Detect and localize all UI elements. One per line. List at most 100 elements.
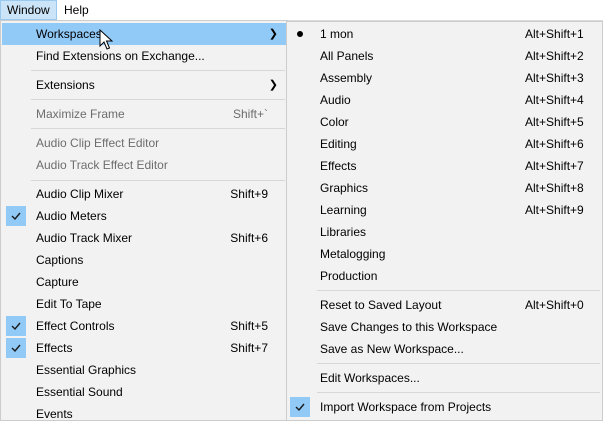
workspace-item-all-panels[interactable]: All Panels Alt+Shift+2 — [288, 45, 601, 67]
menu-separator — [31, 70, 285, 71]
menu-item-label: Capture — [36, 275, 79, 289]
menu-item-label: Audio Track Effect Editor — [36, 158, 168, 172]
menu-item-shortcut: Alt+Shift+0 — [525, 298, 584, 312]
menu-item-label: Effects — [36, 341, 73, 355]
workspace-item-1-mon[interactable]: 1 mon Alt+Shift+1 — [288, 23, 601, 45]
menu-item-workspaces[interactable]: Workspaces ❯ — [2, 23, 286, 45]
menu-item-label: Extensions — [36, 78, 95, 92]
radio-bullet-icon — [297, 31, 303, 37]
menu-item-reset-layout[interactable]: Reset to Saved Layout Alt+Shift+0 — [288, 294, 601, 316]
menu-item-find-extensions[interactable]: Find Extensions on Exchange... — [2, 45, 286, 67]
menu-item-label: Save as New Workspace... — [320, 342, 464, 356]
menu-item-effects[interactable]: Effects Shift+7 — [2, 337, 286, 359]
checkmark-icon — [6, 206, 26, 226]
workspace-item-audio[interactable]: Audio Alt+Shift+4 — [288, 89, 601, 111]
workspace-item-effects[interactable]: Effects Alt+Shift+7 — [288, 155, 601, 177]
chevron-right-icon: ❯ — [268, 28, 278, 40]
menu-item-shortcut: Shift+6 — [230, 231, 268, 245]
menu-item-shortcut: Alt+Shift+3 — [525, 71, 584, 85]
menu-item-shortcut: Alt+Shift+7 — [525, 159, 584, 173]
workspaces-submenu: 1 mon Alt+Shift+1 All Panels Alt+Shift+2… — [286, 21, 603, 421]
menu-separator — [317, 392, 600, 393]
menu-item-shortcut: Alt+Shift+8 — [525, 181, 584, 195]
menu-item-label: Audio Track Mixer — [36, 231, 133, 245]
menu-item-label: Reset to Saved Layout — [320, 298, 442, 312]
menu-item-audio-track-mixer[interactable]: Audio Track Mixer Shift+6 — [2, 227, 286, 249]
menu-item-label: Learning — [320, 203, 367, 217]
menu-item-label: Production — [320, 269, 378, 283]
menu-item-label: Find Extensions on Exchange... — [36, 49, 205, 63]
menu-item-label: Editing — [320, 137, 357, 151]
menu-separator — [31, 99, 285, 100]
menu-item-import-workspace[interactable]: Import Workspace from Projects — [288, 396, 601, 418]
menu-item-edit-workspaces[interactable]: Edit Workspaces... — [288, 367, 601, 389]
menu-separator — [317, 290, 600, 291]
menu-item-save-new-workspace[interactable]: Save as New Workspace... — [288, 338, 601, 360]
menu-item-label: Metalogging — [320, 247, 386, 261]
checkmark-icon — [290, 397, 310, 417]
workspace-item-learning[interactable]: Learning Alt+Shift+9 — [288, 199, 601, 221]
menu-item-label: Essential Graphics — [36, 363, 137, 377]
menu-item-label: Audio Clip Effect Editor — [36, 136, 160, 150]
menu-item-audio-clip-effect-editor[interactable]: Audio Clip Effect Editor — [2, 132, 286, 154]
menu-item-shortcut: Alt+Shift+9 — [525, 203, 584, 217]
menu-item-capture[interactable]: Capture — [2, 271, 286, 293]
menu-item-essential-graphics[interactable]: Essential Graphics — [2, 359, 286, 381]
menu-item-label: Edit Workspaces... — [320, 371, 420, 385]
menubar-window[interactable]: Window — [0, 0, 57, 20]
menu-item-shortcut: Alt+Shift+4 — [525, 93, 584, 107]
workspace-item-metalogging[interactable]: Metalogging — [288, 243, 601, 265]
workspace-item-editing[interactable]: Editing Alt+Shift+6 — [288, 133, 601, 155]
menu-item-shortcut: Shift+9 — [230, 187, 268, 201]
menu-item-label: Workspaces — [36, 27, 102, 41]
menu-item-captions[interactable]: Captions — [2, 249, 286, 271]
workspace-item-assembly[interactable]: Assembly Alt+Shift+3 — [288, 67, 601, 89]
menu-item-shortcut: Alt+Shift+6 — [525, 137, 584, 151]
menu-item-label: Libraries — [320, 225, 367, 239]
menu-item-save-changes[interactable]: Save Changes to this Workspace — [288, 316, 601, 338]
menu-item-maximize-frame[interactable]: Maximize Frame Shift+` — [2, 103, 286, 125]
chevron-right-icon: ❯ — [268, 79, 278, 91]
menubar-help[interactable]: Help — [58, 0, 95, 20]
menu-item-label: Captions — [36, 253, 84, 267]
menu-separator — [31, 180, 285, 181]
menu-item-label: Assembly — [320, 71, 373, 85]
menu-item-label: All Panels — [320, 49, 374, 63]
menu-item-label: Audio Clip Mixer — [36, 187, 124, 201]
menu-separator — [317, 363, 600, 364]
menu-item-effect-controls[interactable]: Effect Controls Shift+5 — [2, 315, 286, 337]
workspace-item-production[interactable]: Production — [288, 265, 601, 287]
menu-separator — [31, 128, 285, 129]
menu-item-edit-to-tape[interactable]: Edit To Tape — [2, 293, 286, 315]
checkmark-icon — [6, 338, 26, 358]
mouse-pointer-icon — [99, 29, 113, 50]
window-menu: Workspaces ❯ Find Extensions on Exchange… — [0, 20, 288, 421]
menu-item-shortcut: Alt+Shift+1 — [525, 27, 584, 41]
menu-bar: Window Help — [0, 0, 603, 21]
workspace-item-graphics[interactable]: Graphics Alt+Shift+8 — [288, 177, 601, 199]
menu-item-extensions[interactable]: Extensions ❯ — [2, 74, 286, 96]
menu-item-label: Effect Controls — [36, 319, 115, 333]
menu-item-label: Edit To Tape — [36, 297, 102, 311]
menu-item-label: Graphics — [320, 181, 369, 195]
menu-item-shortcut: Alt+Shift+5 — [525, 115, 584, 129]
menu-item-label: Save Changes to this Workspace — [320, 320, 498, 334]
menu-item-shortcut: Shift+7 — [230, 341, 268, 355]
menu-item-shortcut: Alt+Shift+2 — [525, 49, 584, 63]
menu-item-shortcut: Shift+5 — [230, 319, 268, 333]
checkmark-icon — [6, 316, 26, 336]
menu-item-audio-meters[interactable]: Audio Meters — [2, 205, 286, 227]
workspace-item-libraries[interactable]: Libraries — [288, 221, 601, 243]
menu-item-audio-track-effect-editor[interactable]: Audio Track Effect Editor — [2, 154, 286, 176]
menu-item-label: 1 mon — [320, 27, 354, 41]
menu-item-label: Events — [36, 407, 73, 421]
menu-item-label: Audio — [320, 93, 351, 107]
menu-item-label: Essential Sound — [36, 385, 123, 399]
menu-item-label: Import Workspace from Projects — [320, 400, 492, 414]
menu-item-essential-sound[interactable]: Essential Sound — [2, 381, 286, 403]
menu-item-label: Maximize Frame — [36, 107, 125, 121]
workspace-item-color[interactable]: Color Alt+Shift+5 — [288, 111, 601, 133]
menu-item-events[interactable]: Events — [2, 403, 286, 425]
menu-item-audio-clip-mixer[interactable]: Audio Clip Mixer Shift+9 — [2, 183, 286, 205]
menu-item-shortcut: Shift+` — [232, 107, 268, 121]
